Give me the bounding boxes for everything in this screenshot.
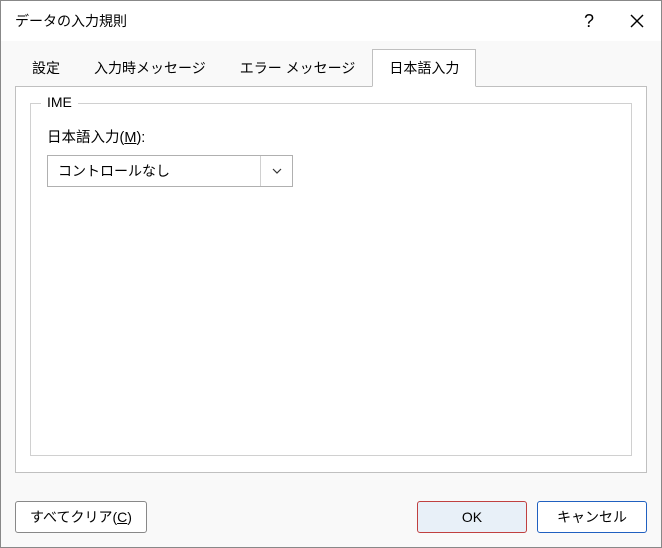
clear-all-button[interactable]: すべてクリア(C) xyxy=(15,501,147,533)
tab-input-message[interactable]: 入力時メッセージ xyxy=(77,49,223,86)
tab-panel-ime: IME 日本語入力(M): コントロールなし xyxy=(15,86,647,473)
dialog-footer: すべてクリア(C) OK キャンセル xyxy=(1,487,661,547)
titlebar: データの入力規則 ? xyxy=(1,1,661,41)
close-button[interactable] xyxy=(613,1,661,41)
dialog-title: データの入力規則 xyxy=(15,11,565,31)
ime-mode-select[interactable]: コントロールなし xyxy=(47,155,293,187)
tab-settings[interactable]: 設定 xyxy=(15,49,77,86)
ok-button[interactable]: OK xyxy=(417,501,527,533)
tab-strip: 設定 入力時メッセージ エラー メッセージ 日本語入力 xyxy=(15,49,647,86)
ime-group-legend: IME xyxy=(41,94,78,110)
cancel-button[interactable]: キャンセル xyxy=(537,501,647,533)
ime-mode-select-arrow xyxy=(260,156,292,186)
help-button[interactable]: ? xyxy=(565,1,613,41)
dialog-body: 設定 入力時メッセージ エラー メッセージ 日本語入力 IME 日本語入力(M)… xyxy=(1,41,661,487)
chevron-down-icon xyxy=(272,168,282,174)
close-icon xyxy=(630,14,644,28)
ime-mode-select-value: コントロールなし xyxy=(48,161,260,181)
tab-error-message[interactable]: エラー メッセージ xyxy=(223,49,373,86)
tab-ime-mode[interactable]: 日本語入力 xyxy=(372,49,476,87)
ime-groupbox: IME 日本語入力(M): コントロールなし xyxy=(30,103,632,456)
ime-mode-label: 日本語入力(M): xyxy=(47,126,617,147)
data-validation-dialog: データの入力規則 ? 設定 入力時メッセージ エラー メッセージ 日本語入力 I… xyxy=(0,0,662,548)
